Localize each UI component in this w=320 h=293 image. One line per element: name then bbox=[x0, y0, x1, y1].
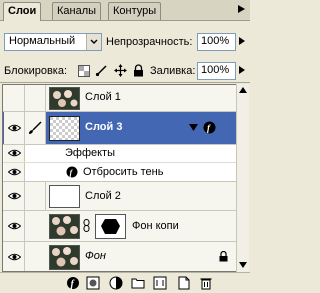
scroll-down-icon[interactable] bbox=[239, 262, 247, 268]
lock-pixels-icon[interactable] bbox=[95, 64, 108, 77]
options-row: Нормальный Непрозрачность: 100% bbox=[0, 33, 250, 53]
opacity-arrow-icon[interactable] bbox=[237, 36, 247, 46]
layer-thumbnail bbox=[49, 116, 80, 141]
panel-menu-icon[interactable] bbox=[235, 3, 247, 15]
lock-icon bbox=[219, 251, 228, 262]
opacity-value: 100% bbox=[201, 35, 230, 47]
tab-layers[interactable]: Слои bbox=[3, 2, 42, 21]
layer-row-layer3[interactable]: Слой 3 f bbox=[3, 112, 236, 145]
layer-thumbnail bbox=[49, 185, 80, 208]
layer-mask-thumbnail[interactable] bbox=[95, 214, 126, 239]
lock-label: Блокировка: bbox=[4, 65, 68, 77]
link-toggle[interactable] bbox=[25, 182, 46, 210]
layer-row-layer1[interactable]: Слой 1 bbox=[3, 85, 236, 112]
brush-icon bbox=[29, 121, 42, 134]
link-layers-icon[interactable]: f bbox=[66, 276, 80, 290]
fill-label: Заливка: bbox=[150, 65, 196, 77]
blend-mode-value: Нормальный bbox=[9, 35, 76, 47]
scroll-up-icon[interactable] bbox=[239, 87, 247, 93]
layer-list-scrollbar[interactable] bbox=[236, 84, 249, 272]
layer-row-layer2[interactable]: Слой 2 bbox=[3, 182, 236, 211]
panel-tab-strip: Слои Каналы Контуры bbox=[0, 0, 250, 21]
chain-link-icon[interactable] bbox=[83, 219, 90, 232]
fill-value: 100% bbox=[201, 64, 230, 76]
eye-icon bbox=[8, 168, 21, 176]
layer-name: Слой 1 bbox=[85, 91, 121, 103]
opacity-label: Непрозрачность: bbox=[106, 36, 193, 48]
layer-row-background-copy[interactable]: Фон копи bbox=[3, 211, 236, 242]
effect-icon: f bbox=[66, 166, 78, 178]
visibility-toggle[interactable] bbox=[4, 145, 25, 162]
effects-expand-icon[interactable] bbox=[189, 124, 198, 131]
effects-label: Эффекты bbox=[65, 147, 116, 159]
opacity-input[interactable]: 100% bbox=[197, 33, 236, 51]
link-toggle[interactable] bbox=[25, 85, 46, 111]
lock-position-icon[interactable] bbox=[114, 64, 127, 77]
layer-name: Фон копи bbox=[132, 220, 179, 232]
layer-row-background[interactable]: Фон bbox=[3, 242, 236, 271]
eye-icon bbox=[8, 149, 21, 157]
drop-shadow-row[interactable]: f Отбросить тень bbox=[3, 163, 236, 182]
add-layer-style-icon[interactable] bbox=[86, 276, 100, 290]
visibility-toggle[interactable] bbox=[4, 163, 25, 181]
lock-transparency-icon[interactable] bbox=[78, 65, 90, 77]
effects-row[interactable]: Эффекты bbox=[3, 145, 236, 163]
drop-shadow-label: Отбросить тень bbox=[83, 166, 164, 178]
tab-paths[interactable]: Контуры bbox=[108, 2, 162, 20]
lock-all-icon[interactable] bbox=[133, 64, 144, 77]
layer-name: Слой 2 bbox=[85, 190, 121, 202]
visibility-toggle[interactable] bbox=[4, 242, 25, 271]
layer-thumbnail bbox=[49, 214, 80, 239]
eye-icon bbox=[8, 192, 21, 200]
chevron-down-icon[interactable] bbox=[86, 34, 101, 50]
delete-layer-icon[interactable] bbox=[199, 276, 213, 290]
add-mask-icon[interactable] bbox=[109, 276, 123, 290]
layers-bottom-toolbar: f bbox=[0, 272, 250, 293]
new-group-icon[interactable] bbox=[131, 276, 145, 290]
layers-panel: Слои Каналы Контуры Нормальный Непрозрач… bbox=[0, 0, 250, 293]
eye-icon bbox=[8, 222, 21, 230]
link-toggle[interactable] bbox=[25, 112, 46, 144]
new-adjustment-layer-icon[interactable] bbox=[153, 276, 167, 290]
layer-name: Фон bbox=[85, 250, 106, 262]
visibility-toggle[interactable] bbox=[4, 112, 25, 144]
eye-icon bbox=[8, 124, 21, 132]
blend-mode-select[interactable]: Нормальный bbox=[4, 33, 102, 51]
fill-input[interactable]: 100% bbox=[197, 62, 236, 80]
visibility-toggle[interactable] bbox=[4, 182, 25, 210]
eye-icon bbox=[8, 253, 21, 261]
tab-channels[interactable]: Каналы bbox=[52, 2, 102, 20]
lock-row: Блокировка: Заливка: 100% bbox=[0, 60, 250, 83]
visibility-toggle[interactable] bbox=[4, 85, 25, 111]
new-layer-icon[interactable] bbox=[177, 276, 191, 290]
layer-list: Слой 1 Слой 3 f Эффекты f Отбросить тень… bbox=[2, 84, 237, 272]
layer-thumbnail bbox=[49, 87, 80, 110]
layer-thumbnail bbox=[49, 245, 80, 270]
visibility-toggle[interactable] bbox=[4, 211, 25, 241]
layer-style-icon: f bbox=[203, 121, 216, 134]
fill-arrow-icon[interactable] bbox=[237, 65, 247, 75]
layer-name: Слой 3 bbox=[85, 121, 123, 133]
